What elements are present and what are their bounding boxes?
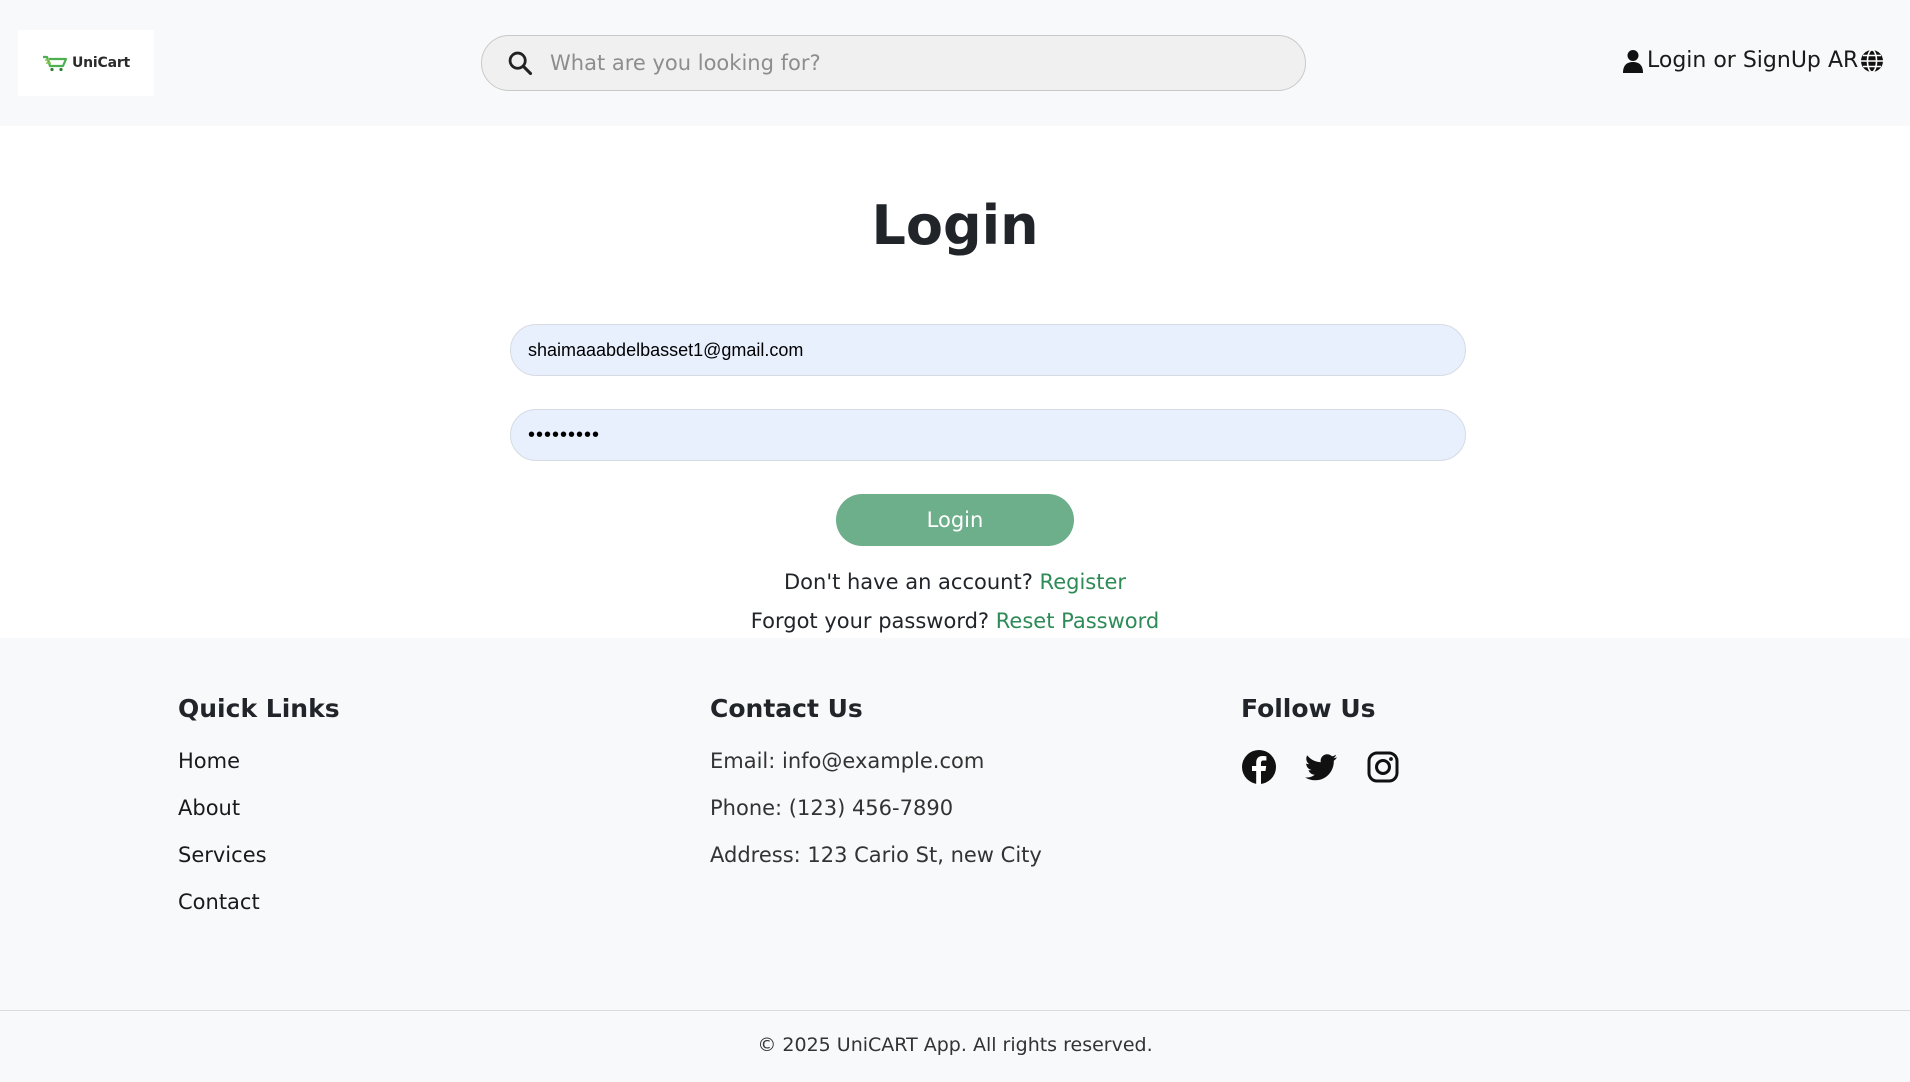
language-label: AR [1828,48,1859,73]
footer-divider [0,1010,1910,1011]
site-footer: Quick Links Home About Services Contact … [0,638,1910,1082]
login-signup-link[interactable]: Login or SignUp [1623,48,1821,73]
forgot-password-text: Forgot your password? [750,609,990,633]
email-field[interactable] [528,339,1465,361]
globe-icon [1861,48,1884,73]
site-logo[interactable]: UniCart [18,30,154,96]
no-account-text: Don't have an account? [783,570,1033,594]
quick-links-heading: Quick Links [178,694,340,723]
logo-text: UniCart [71,55,131,71]
instagram-icon[interactable] [1365,749,1401,785]
search-bar [481,35,1306,91]
social-links [1241,749,1401,785]
follow-heading: Follow Us [1241,694,1376,723]
user-icon [1623,49,1643,73]
copyright-text: © 2025 UniCART App. All rights reserved. [757,1034,1153,1056]
reset-password-link[interactable]: Reset Password [996,609,1159,633]
cart-logo-icon [42,55,68,72]
password-field[interactable] [528,423,1465,447]
password-field-wrapper [510,409,1466,461]
email-field-wrapper [510,324,1466,376]
footer-link-about[interactable]: About [178,796,340,843]
reset-prompt: Forgot your password? Reset Password [0,609,1910,633]
contact-heading: Contact Us [710,694,863,723]
page-title: Login [871,194,1039,257]
facebook-icon[interactable] [1241,749,1277,785]
footer-link-contact[interactable]: Contact [178,890,340,937]
follow-column: Follow Us [1241,694,1401,785]
site-header: UniCart Login or SignUp AR [0,0,1910,126]
login-section: Login Login Don't have an account? Regis… [0,126,1910,638]
search-icon[interactable] [506,49,534,77]
language-switch[interactable]: AR [1828,48,1884,73]
search-input[interactable] [550,51,1270,75]
contact-phone: Phone: (123) 456-7890 [710,796,954,820]
register-prompt: Don't have an account? Register [0,570,1910,594]
login-button[interactable]: Login [836,494,1074,546]
contact-email: Email: info@example.com [710,749,985,773]
register-link[interactable]: Register [1040,570,1126,594]
login-signup-label: Login or SignUp [1647,48,1821,73]
quick-links-column: Quick Links Home About Services Contact [178,694,340,937]
twitter-icon[interactable] [1303,749,1339,785]
contact-column: Contact Us Email: info@example.com Phone… [710,694,1042,890]
footer-link-services[interactable]: Services [178,843,340,890]
footer-link-home[interactable]: Home [178,749,340,796]
contact-address: Address: 123 Cario St, new City [710,843,1042,867]
